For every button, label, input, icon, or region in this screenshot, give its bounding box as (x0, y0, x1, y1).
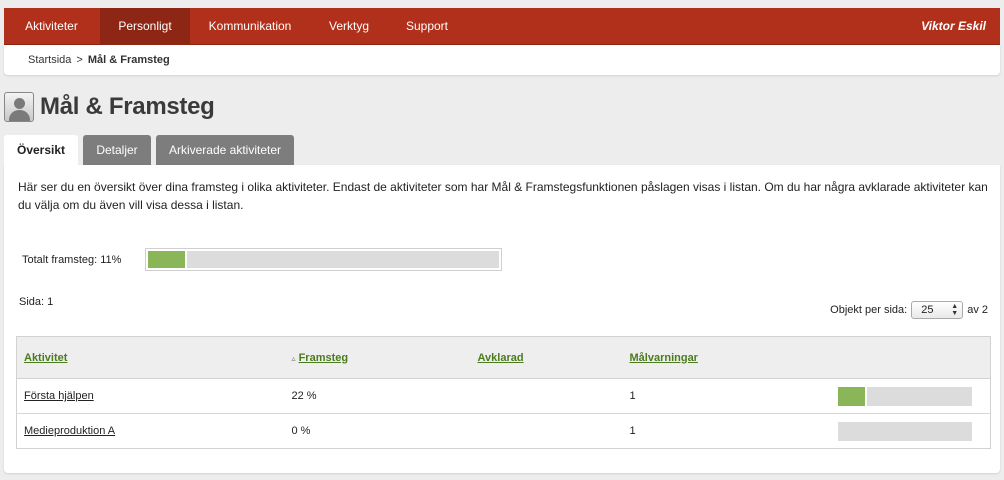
completed-cell (470, 413, 623, 449)
activity-cell[interactable]: Första hjälpen (16, 378, 285, 414)
activity-link[interactable]: Första hjälpen (24, 390, 94, 402)
row-progress-fill (837, 386, 867, 406)
warnings-cell: 1 (622, 413, 717, 449)
nav-item-kommunikation[interactable]: Kommunikation (194, 8, 306, 45)
tab-oversikt[interactable]: Översikt (4, 135, 78, 166)
per-page-value: 25 (921, 304, 934, 316)
breadcrumb-home[interactable]: Startsida (28, 54, 71, 66)
breadcrumb: Startsida > Mål & Framsteg (28, 54, 170, 66)
progress-cell: 22 % (284, 378, 471, 414)
breadcrumb-current: Mål & Framsteg (87, 54, 170, 66)
nav-item-aktiviteter[interactable]: Aktiviteter (4, 8, 99, 45)
table-row: Första hjälpen 22 % 1 (16, 378, 991, 414)
progress-bar-cell (716, 413, 991, 449)
table-header-row: Aktivitet ▵ Framsteg Avklarad Målvarning… (16, 336, 991, 379)
sort-link-progress[interactable]: Framsteg (299, 352, 349, 364)
top-navigation: Aktiviteter Personligt Kommunikation Ver… (4, 8, 1000, 45)
completed-cell (470, 378, 623, 414)
progress-table: Aktivitet ▵ Framsteg Avklarad Målvarning… (16, 336, 991, 449)
user-name-link[interactable]: Viktor Eskil (921, 8, 986, 45)
breadcrumb-separator: > (76, 54, 83, 66)
tab-detaljer[interactable]: Detaljer (83, 135, 151, 165)
intro-text: Här ser du en översikt över dina framste… (18, 180, 988, 212)
activity-cell[interactable]: Medieproduktion A (16, 413, 285, 449)
progress-bar-cell (716, 378, 991, 414)
activity-link[interactable]: Medieproduktion A (24, 425, 115, 437)
row-progress-bar (837, 386, 972, 406)
row-progress-bar (837, 421, 972, 441)
per-page-label: Objekt per sida: (830, 304, 908, 316)
page-count-label: av 2 (967, 304, 988, 316)
per-page-control: Objekt per sida: 25 ▲ ▼ av 2 (830, 301, 988, 319)
total-progress-bar (145, 248, 502, 271)
page-title: Mål & Framsteg (40, 93, 215, 120)
overview-panel: Här ser du en översikt över dina framste… (4, 165, 1000, 473)
user-avatar-icon (4, 92, 34, 122)
per-page-select[interactable]: 25 ▲ ▼ (911, 301, 964, 319)
total-progress-label: Totalt framsteg: 11% (22, 254, 122, 266)
sort-link-completed[interactable]: Avklarad (478, 352, 524, 364)
sort-link-warnings[interactable]: Målvarningar (630, 352, 698, 364)
column-header-progress[interactable]: ▵ Framsteg (284, 336, 471, 379)
column-header-bar (716, 336, 991, 379)
column-header-warnings[interactable]: Målvarningar (622, 336, 717, 379)
sort-link-activity[interactable]: Aktivitet (24, 352, 67, 364)
sort-ascending-icon: ▵ (291, 353, 296, 363)
page-number-label: Sida: 1 (19, 296, 54, 308)
tab-arkiverade-aktiviteter[interactable]: Arkiverade aktiviteter (156, 135, 294, 165)
column-header-activity[interactable]: Aktivitet (16, 336, 285, 379)
nav-item-personligt[interactable]: Personligt (100, 8, 190, 45)
nav-item-verktyg[interactable]: Verktyg (311, 8, 387, 45)
progress-cell: 0 % (284, 413, 471, 449)
nav-item-support[interactable]: Support (391, 8, 463, 45)
total-progress-fill (148, 251, 187, 268)
column-header-completed[interactable]: Avklarad (470, 336, 623, 379)
breadcrumb-bar: Startsida > Mål & Framsteg (4, 45, 1000, 75)
warnings-cell: 1 (622, 378, 717, 414)
select-arrows-icon: ▲ ▼ (951, 303, 959, 317)
table-row: Medieproduktion A 0 % 1 (16, 413, 991, 449)
